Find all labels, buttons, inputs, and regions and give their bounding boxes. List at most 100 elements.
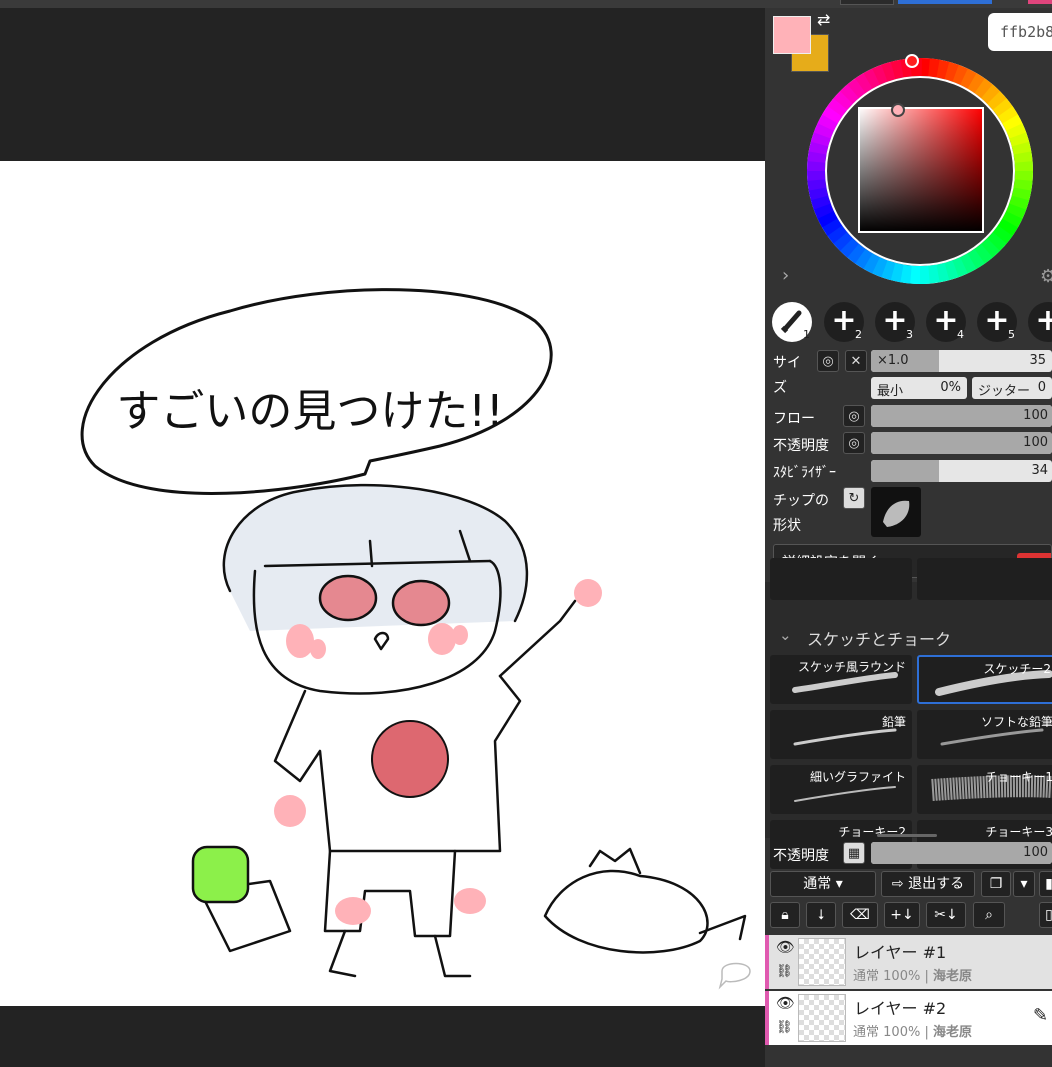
stabilizer-label: ｽﾀﾋﾞﾗｲｻﾞｰ	[773, 465, 836, 481]
size-multiplier: ×1.0	[877, 353, 909, 368]
lock-icon[interactable]: 🔒︎	[770, 902, 800, 928]
merge-down-icon[interactable]: ⭣	[806, 902, 836, 928]
tip-texture-icon	[883, 500, 910, 527]
size-label: サイ	[773, 355, 801, 371]
add-layer-icon[interactable]: +↓	[884, 902, 920, 928]
opacity-value: 100	[1023, 435, 1048, 450]
size-label-cont: ズ	[773, 380, 787, 396]
brush-item[interactable]: ソフトな鉛筆	[917, 710, 1052, 759]
trash-icon[interactable]: ▯	[1039, 902, 1052, 928]
size-min-field[interactable]: 最小 0%	[871, 377, 967, 399]
size-min-label: 最小	[877, 384, 904, 399]
layer-thumbnail	[798, 938, 846, 986]
top-toolbar-strip	[0, 0, 1052, 8]
brush-item[interactable]: スケッチ風ラウンド	[770, 655, 912, 704]
toolbar-button-blue[interactable]	[898, 0, 992, 4]
gear-icon[interactable]: ⚙	[1040, 266, 1052, 287]
panel-resize-handle[interactable]	[877, 834, 937, 837]
brush-slot-add[interactable]: +	[1028, 302, 1052, 342]
pressure-opacity-icon[interactable]: ◎	[843, 432, 865, 454]
brush-item-partial[interactable]	[917, 558, 1052, 600]
close-icon[interactable]: ✕	[845, 350, 867, 372]
stabilizer-value: 34	[1031, 463, 1048, 478]
tip-label: チップの	[773, 493, 829, 509]
opacity-slider[interactable]: 100	[871, 432, 1052, 454]
drawing-canvas[interactable]: すごいの見つけた!!	[0, 161, 765, 1006]
bottle-green	[191, 845, 250, 904]
size-value: 35	[1029, 353, 1046, 368]
sv-handle	[891, 103, 905, 117]
brush-slot-3[interactable]: +3	[875, 302, 915, 342]
cut-layer-icon[interactable]: ✂↓	[926, 902, 966, 928]
chevron-down-icon[interactable]: ▾	[1013, 871, 1035, 897]
brush-slot-2[interactable]: +2	[824, 302, 864, 342]
duplicate-layer-icon[interactable]: ❐	[981, 871, 1011, 897]
jitter-field[interactable]: ジッター 0	[972, 377, 1052, 399]
stabilizer-slider[interactable]: 34	[871, 460, 1052, 482]
brush-item[interactable]: 細いグラファイト	[770, 765, 912, 814]
layer-thumbnail	[798, 994, 846, 1042]
eye-icon[interactable]: 👁︎	[776, 938, 795, 956]
slot-number: 4	[957, 328, 964, 341]
size-slider[interactable]: ×1.0 35	[871, 350, 1052, 372]
flow-slider[interactable]: 100	[871, 405, 1052, 427]
slot-number: 1	[803, 328, 810, 341]
exit-icon: ⇨	[891, 876, 904, 892]
speech-text: すごいの見つけた!!	[116, 386, 503, 437]
opacity-label: 不透明度	[773, 438, 829, 454]
layer-meta: 通常 100% | 海老原	[853, 1025, 973, 1040]
refresh-icon[interactable]: ↻	[843, 487, 865, 509]
brush-item[interactable]: チョーキー1	[917, 765, 1052, 814]
brush-slot-1[interactable]: 1	[772, 302, 812, 342]
layer-opacity-label: 不透明度	[773, 848, 829, 864]
jitter-value: 0	[1037, 380, 1046, 395]
jitter-label: ジッター	[978, 384, 1031, 399]
pressure-size-icon[interactable]: ◎	[817, 350, 839, 372]
slot-number: 5	[1008, 328, 1015, 341]
color-wheel[interactable]	[795, 46, 1045, 296]
exit-label: 退出する	[908, 876, 965, 892]
layer-opacity-value: 100	[1023, 845, 1048, 860]
layer-link-icon[interactable]: ⛓︎	[776, 1020, 793, 1035]
eraser-icon[interactable]: ⌫	[842, 902, 878, 928]
eye-icon[interactable]: 👁︎	[776, 994, 795, 1012]
flow-label: フロー	[773, 411, 815, 427]
layer-item[interactable]: 👁︎ ⛓︎ レイヤー #2 通常 100% | 海老原 ✎	[765, 991, 1052, 1045]
blend-mode-value: 通常	[803, 876, 832, 892]
brush-category-title[interactable]: スケッチとチョーク	[807, 626, 951, 650]
flow-value: 100	[1023, 408, 1048, 423]
hue-handle	[905, 54, 919, 68]
toolbar-button-dark[interactable]	[840, 0, 894, 5]
tip-label-cont: 形状	[773, 518, 801, 534]
toolbar-button-pink[interactable]	[1028, 0, 1052, 4]
right-panel: ⇄ ffb2b8 › ⚙ 1 +2 +3 +4 +5 + サイ ズ ◎ ✕ ×1…	[765, 8, 1052, 1067]
tip-shape-preview[interactable]	[871, 487, 921, 537]
layer-link-icon[interactable]: ⛓︎	[776, 964, 793, 979]
layer-name: レイヤー #2	[854, 999, 947, 1018]
swap-colors-icon[interactable]: ⇄	[817, 10, 830, 29]
brush-library: ⌄ スケッチとチョーク スケッチ風ラウンド スケッチー2 鉛筆 ソフトな鉛筆 細…	[765, 558, 1052, 869]
plus-icon: +	[1035, 303, 1052, 338]
layer-action-icon[interactable]: ▮	[1039, 871, 1052, 897]
size-min-value: 0%	[940, 380, 961, 395]
pencil-icon[interactable]: ✎	[1033, 1005, 1048, 1026]
exit-button[interactable]: ⇨ 退出する	[881, 871, 975, 897]
layer-name: レイヤー #1	[854, 943, 947, 962]
blend-mode-select[interactable]: 通常 ▾	[770, 871, 876, 897]
brush-slot-5[interactable]: +5	[977, 302, 1017, 342]
shirt-logo	[371, 720, 449, 798]
chevron-down-icon[interactable]: ⌄	[779, 626, 792, 644]
checkerboard-icon[interactable]: ▦	[843, 842, 865, 864]
layer-meta: 通常 100% | 海老原	[853, 969, 973, 984]
brush-item[interactable]: 鉛筆	[770, 710, 912, 759]
pressure-flow-icon[interactable]: ◎	[843, 405, 865, 427]
layer-item[interactable]: 👁︎ ⛓︎ レイヤー #1 通常 100% | 海老原	[765, 935, 1052, 989]
brush-item-selected[interactable]: スケッチー2	[917, 655, 1052, 704]
brush-slot-4[interactable]: +4	[926, 302, 966, 342]
expand-chevron-icon[interactable]: ›	[782, 265, 789, 286]
sketch-artwork: すごいの見つけた!!	[80, 288, 751, 990]
slot-number: 3	[906, 328, 913, 341]
search-icon[interactable]: ⌕	[973, 902, 1005, 928]
layer-opacity-slider[interactable]: 100	[871, 842, 1052, 864]
brush-item-partial[interactable]	[770, 558, 912, 600]
